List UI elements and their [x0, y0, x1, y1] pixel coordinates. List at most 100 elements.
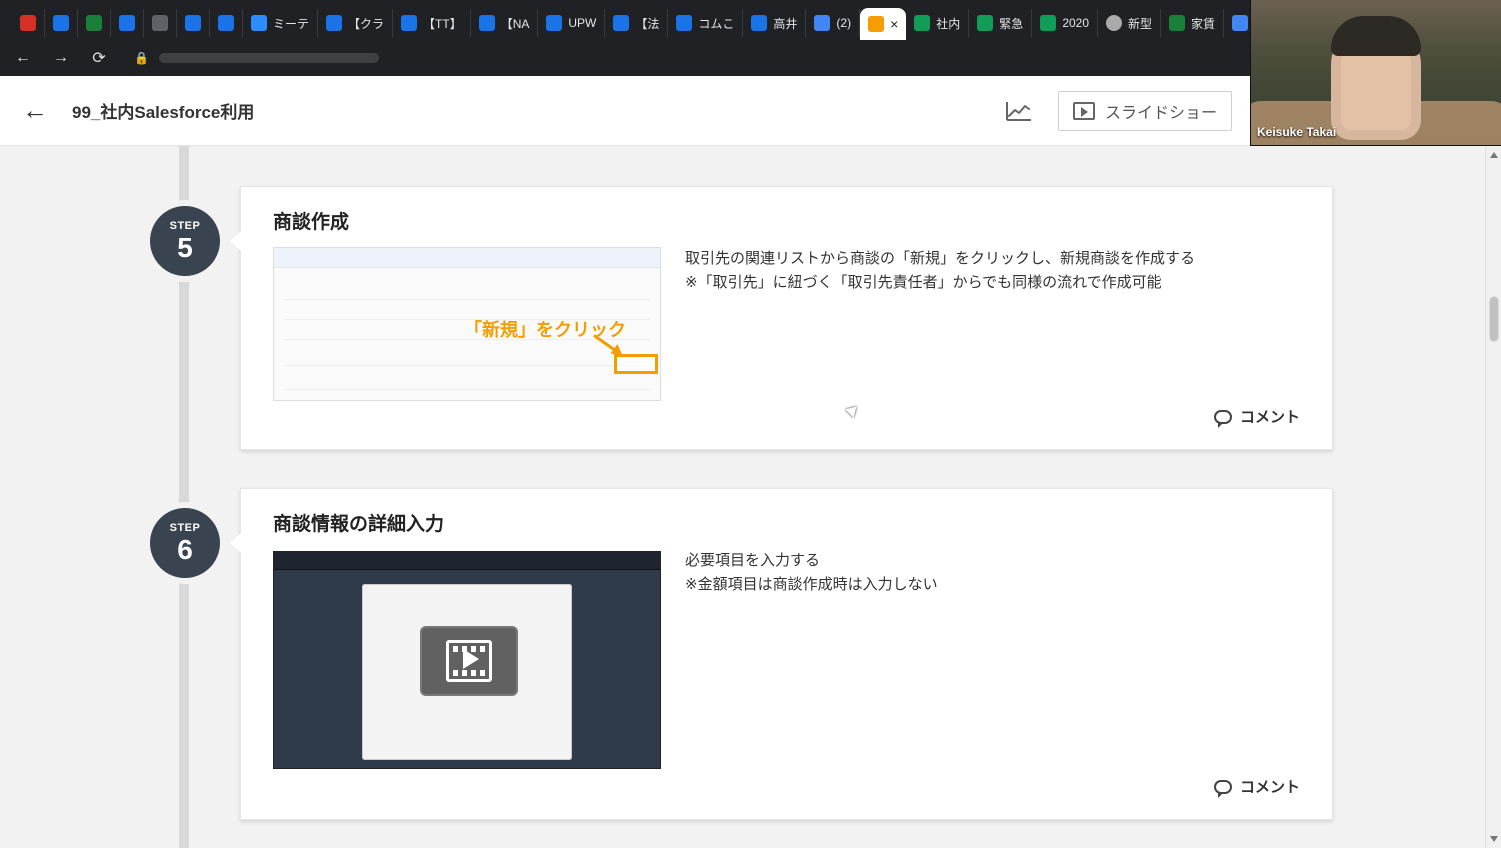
tab[interactable]: 【クラ: [318, 9, 394, 37]
comment-label: コメント: [1239, 779, 1300, 796]
trend-icon[interactable]: [1002, 94, 1036, 128]
step-card: 商談作成 「新規」をクリック 取引先の関連リストから商談の「新規」をクリックし、…: [240, 186, 1333, 450]
chat-icon: [185, 15, 201, 31]
close-icon[interactable]: ×: [890, 17, 898, 31]
tab-label: コムこ: [698, 16, 735, 31]
step-text-line: 取引先の関連リストから商談の「新規」をクリックし、新規商談を作成する: [685, 250, 1196, 267]
sheet-icon: [914, 15, 931, 31]
tab-label: (2): [836, 16, 852, 30]
step-card: 商談情報の詳細入力 必要項目を入力する ※金額項目は商談作成時は入力しない コメ…: [240, 488, 1333, 820]
highlight-box: [614, 354, 658, 374]
step-text-line: ※金額項目は商談作成時は入力しない: [685, 576, 938, 593]
step-description: 必要項目を入力する ※金額項目は商談作成時は入力しない: [685, 549, 1292, 597]
play-icon: [463, 649, 479, 669]
tab[interactable]: 社内: [906, 9, 970, 37]
comment-icon: [1213, 779, 1232, 798]
tab[interactable]: ミーテ: [243, 9, 319, 37]
salesforce-icon: [326, 15, 343, 31]
blue-dot-icon: [119, 15, 135, 31]
app-icon: [868, 16, 885, 32]
salesforce-icon: [546, 15, 563, 31]
video-call-thumbnail: Keisuke Takai: [1250, 0, 1501, 146]
step-title: 商談作成: [273, 212, 350, 233]
salesforce-icon: [751, 15, 768, 31]
tab-label: 2020: [1062, 16, 1090, 30]
scroll-down-icon[interactable]: [1490, 836, 1498, 842]
page-title: 99_社内Salesforce利用: [72, 103, 255, 122]
slideshow-icon: [1072, 101, 1095, 120]
app-header: ← 99_社内Salesforce利用 スライドショー: [0, 76, 1250, 146]
scroll-thumb[interactable]: [1489, 296, 1499, 342]
play-button[interactable]: [420, 626, 518, 696]
comment-label: コメント: [1239, 409, 1300, 426]
step-text-line: 必要項目を入力する: [685, 552, 821, 569]
tab[interactable]: (2): [806, 9, 861, 37]
globe-icon: [1106, 15, 1123, 31]
step-label: STEP: [169, 220, 201, 232]
tab[interactable]: [111, 9, 144, 37]
tab[interactable]: 2020: [1032, 9, 1099, 37]
arrow-left-icon[interactable]: ←: [22, 95, 48, 125]
address-bar[interactable]: 🔒: [134, 46, 379, 70]
step-title: 商談情報の詳細入力: [273, 514, 445, 535]
active-tab[interactable]: ×: [860, 8, 907, 40]
tab[interactable]: 新型: [1098, 9, 1162, 37]
step-badge: STEP 6: [150, 508, 220, 578]
lock-icon: 🔒: [134, 51, 149, 65]
browser-nav: ← → ⟳ 🔒: [0, 40, 1250, 76]
step-number: 6: [177, 534, 193, 565]
reload-button[interactable]: ⟳: [90, 48, 108, 68]
document-icon: [1232, 15, 1249, 31]
salesforce-icon: [478, 15, 495, 31]
tab-label: 家賃: [1191, 16, 1216, 31]
drive-icon: [86, 15, 102, 31]
tab-label: ミーテ: [273, 16, 310, 31]
tab[interactable]: 【法: [605, 9, 669, 37]
tab-label: 【TT】: [423, 16, 462, 31]
tab[interactable]: コムこ: [668, 9, 744, 37]
tab-label: 新型: [1128, 16, 1153, 31]
tab[interactable]: [144, 9, 177, 37]
tab[interactable]: 【NA: [471, 9, 539, 37]
sheet-icon: [977, 15, 994, 31]
tab-label: UPW: [568, 16, 597, 30]
page-scrollbar[interactable]: [1485, 146, 1501, 848]
cloud-icon: [152, 15, 168, 31]
tab[interactable]: 家賃: [1161, 9, 1225, 37]
step-video[interactable]: [273, 551, 661, 769]
comment-button[interactable]: コメント: [1213, 406, 1300, 428]
doc-icon: [814, 15, 831, 31]
calendar-icon: [53, 15, 69, 31]
comment-button[interactable]: コメント: [1213, 776, 1300, 798]
tab[interactable]: [12, 9, 45, 37]
tab[interactable]: 緊急: [969, 9, 1033, 37]
tab-label: 【クラ: [348, 16, 385, 31]
step-description: 取引先の関連リストから商談の「新規」をクリックし、新規商談を作成する ※「取引先…: [685, 247, 1292, 295]
tab[interactable]: [210, 9, 243, 37]
tab-label: 社内: [936, 16, 961, 31]
step-image[interactable]: 「新規」をクリック: [273, 247, 661, 401]
back-button[interactable]: ←: [14, 49, 32, 67]
tab[interactable]: 高井: [743, 9, 807, 37]
blurred-url: [158, 53, 379, 63]
drive-icon: [1169, 15, 1186, 31]
tab-label: 高井: [773, 16, 798, 31]
tab[interactable]: [177, 9, 210, 37]
tab-label: 【法: [635, 16, 660, 31]
comment-icon: [1213, 409, 1232, 428]
tab[interactable]: UPW: [538, 9, 606, 37]
forward-button[interactable]: →: [52, 49, 70, 67]
tab[interactable]: 【TT】: [393, 9, 471, 37]
scroll-up-icon[interactable]: [1490, 152, 1498, 158]
step-number: 5: [177, 232, 193, 263]
slideshow-button[interactable]: スライドショー: [1057, 90, 1232, 131]
step-label: STEP: [169, 522, 201, 534]
tab-strip: ミーテ 【クラ 【TT】 【NA UPW 【法 コムこ 高井 (2) × 社内 …: [0, 0, 1258, 40]
tab[interactable]: [45, 9, 78, 37]
gmail-icon: [20, 15, 36, 31]
salesforce-icon: [613, 15, 630, 31]
tab-label: 【NA: [500, 16, 530, 31]
slideshow-label: スライドショー: [1104, 104, 1217, 122]
participant-name: Keisuke Takai: [1257, 125, 1337, 139]
tab[interactable]: [78, 9, 111, 37]
